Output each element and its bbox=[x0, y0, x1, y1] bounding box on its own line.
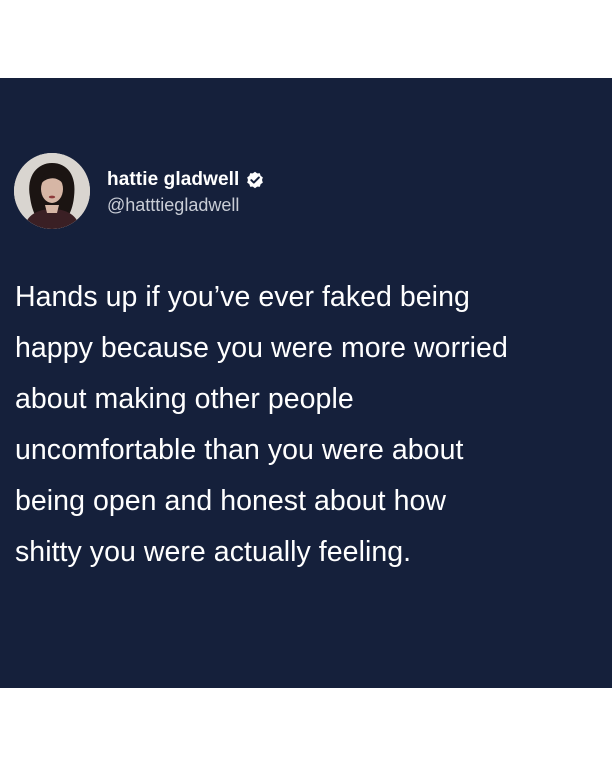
tweet-card: hattie gladwell @hatttiegladwell Hands u… bbox=[0, 78, 612, 688]
tweet-text: Hands up if you’ve ever faked being happ… bbox=[15, 281, 508, 568]
page: hattie gladwell @hatttiegladwell Hands u… bbox=[0, 0, 612, 765]
handle[interactable]: @hatttiegladwell bbox=[107, 195, 265, 216]
name-line: hattie gladwell bbox=[107, 167, 265, 193]
author-row: hattie gladwell @hatttiegladwell bbox=[14, 151, 265, 231]
author-text: hattie gladwell @hatttiegladwell bbox=[107, 167, 265, 216]
verified-badge-icon bbox=[245, 170, 265, 190]
avatar-image bbox=[14, 153, 90, 229]
display-name[interactable]: hattie gladwell bbox=[107, 169, 239, 191]
avatar[interactable] bbox=[14, 153, 90, 229]
